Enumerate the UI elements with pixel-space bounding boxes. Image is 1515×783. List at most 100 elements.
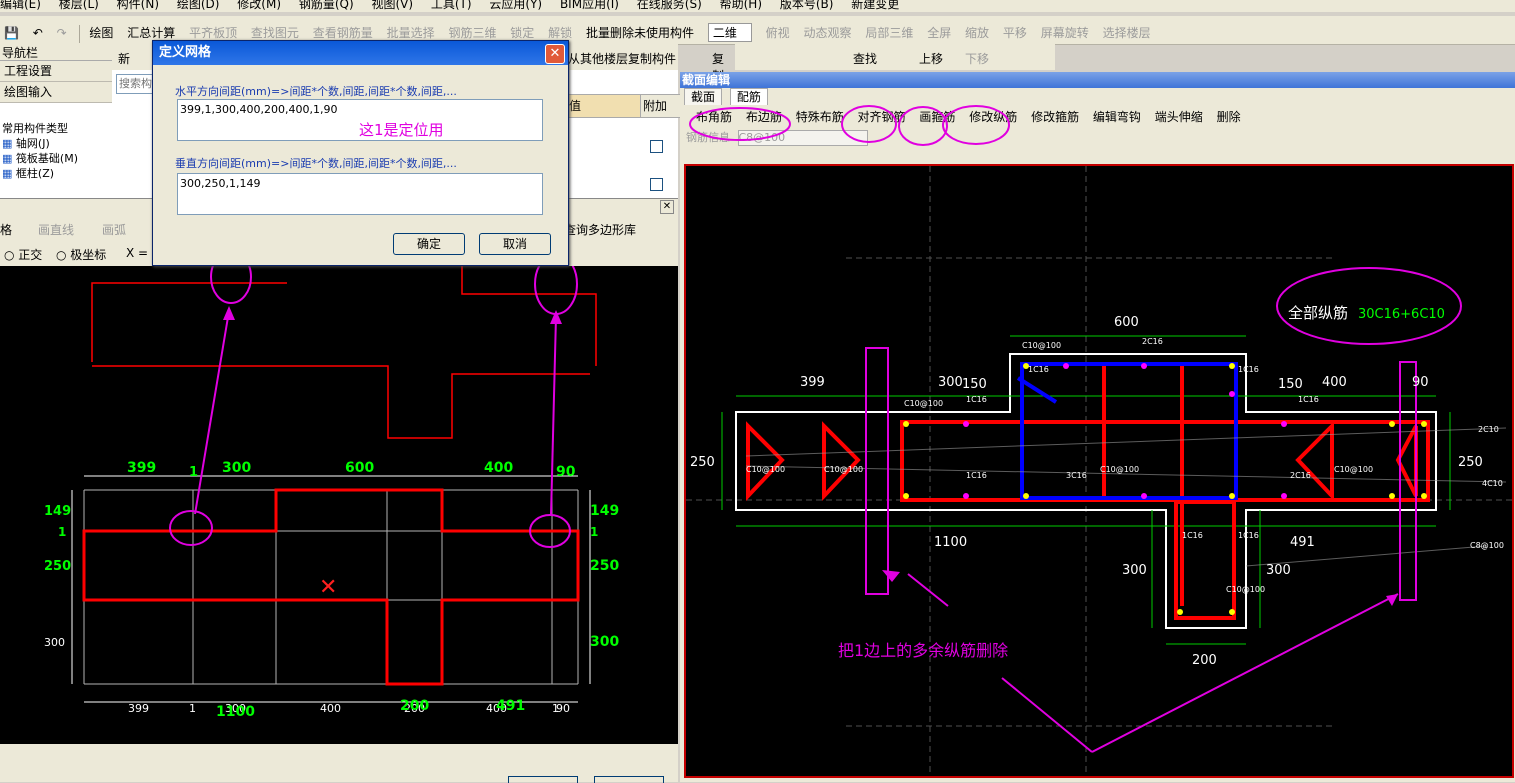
polar-radio[interactable]: ○ 极坐标 — [56, 246, 106, 263]
move-up-button[interactable]: 上移 — [919, 50, 943, 67]
rebar-label: C10@100 — [1334, 465, 1373, 474]
rebar-label: C10@100 — [824, 465, 863, 474]
batch-delete-unused-button[interactable]: 批量删除未使用构件 — [586, 24, 694, 41]
tree-item-label: 框柱(Z) — [15, 167, 55, 180]
menu-online[interactable]: 在线服务(S) — [637, 0, 702, 11]
dim-label: 90 — [1412, 375, 1429, 390]
lock-button[interactable]: 锁定 — [510, 24, 534, 41]
query-polygon-lib-button[interactable]: 查询多边形库 — [564, 221, 636, 238]
find-element-button[interactable]: 查找图元 — [251, 24, 299, 41]
summary-calc-button[interactable]: 汇总计算 — [127, 24, 175, 41]
menu-modify[interactable]: 修改(M) — [237, 0, 281, 11]
annotation-note: 这1是定位用 — [359, 121, 444, 139]
view-rebar-qty-button[interactable]: 查看钢筋量 — [313, 24, 373, 41]
vertical-spacing-input[interactable]: 300,250,1,149 — [177, 173, 543, 215]
batch-select-button[interactable]: 批量选择 — [387, 24, 435, 41]
col-value-header: 值 — [564, 94, 646, 118]
grid-button[interactable]: 格 — [0, 221, 12, 238]
menu-bim[interactable]: BIM应用(I) — [560, 0, 619, 11]
tree-header: 常用构件类型 — [2, 122, 68, 135]
local-3d-button[interactable]: 局部三维 — [865, 24, 913, 41]
col-attach-header: 附加 — [640, 94, 682, 118]
tree-item-column[interactable]: ▦ 框柱(Z) — [0, 166, 112, 181]
rebar-label: 1C16 — [1238, 365, 1259, 374]
rebar-label: 3C16 — [1066, 471, 1087, 480]
all-rebar-value: 30C16+6C10 — [1358, 307, 1445, 322]
align-slab-top-button[interactable]: 平齐板顶 — [189, 24, 237, 41]
rebar-3d-button[interactable]: 钢筋三维 — [448, 24, 496, 41]
menu-draw[interactable]: 绘图(D) — [177, 0, 220, 11]
rebar-label: 2C10 — [1478, 425, 1499, 434]
bottom-dim: 400 — [320, 702, 341, 715]
all-rebar-title: 全部纵筋 — [1288, 304, 1348, 322]
screen-rotate-button[interactable]: 屏幕旋转 — [1041, 24, 1089, 41]
rebar-label: 2C16 — [1290, 471, 1311, 480]
view-mode-select[interactable]: 二维 — [707, 23, 752, 42]
close-icon[interactable]: ✕ — [545, 44, 565, 64]
menu-cloud[interactable]: 云应用(Y) — [489, 0, 542, 11]
redo-icon[interactable]: ↷ — [57, 26, 67, 40]
attach-checkbox[interactable] — [650, 140, 663, 153]
menu-edit[interactable]: 编辑(E) — [0, 0, 41, 11]
rebar-label: 2C16 — [1142, 337, 1163, 346]
close-icon[interactable]: ✕ — [660, 200, 674, 214]
tab-rebar[interactable]: 配筋 — [729, 88, 768, 105]
ok-button[interactable]: 确定 — [393, 233, 465, 255]
draw-line-button[interactable]: 画直线 — [38, 221, 74, 238]
dynamic-observe-button[interactable]: 动态观察 — [804, 24, 852, 41]
tab-section[interactable]: 截面 — [684, 88, 723, 105]
rebar-label: 1C16 — [1182, 531, 1203, 540]
define-grid-dialog: 定义网格 ✕ 水平方向间距(mm)=>间距*个数,间距,间距*个数,间距,...… — [152, 40, 569, 266]
rebar-label: 1C16 — [966, 395, 987, 404]
nav-drawing-input[interactable]: 绘图输入 — [0, 82, 112, 103]
zoom-button[interactable]: 缩放 — [965, 24, 989, 41]
toolbar-annotations — [689, 105, 1010, 146]
dim-label: 399 — [800, 375, 825, 390]
grid-drawing-canvas[interactable]: ✕ 399 1 300 600 400 90 399 1 300 400 200… — [0, 250, 678, 744]
grid-icon: ▦ — [2, 152, 13, 165]
new-button[interactable]: 新 — [118, 50, 130, 67]
draw-button[interactable]: 绘图 — [89, 24, 113, 41]
horizontal-spacing-value: 399,1,300,400,200,400,1,90 — [180, 103, 338, 116]
select-floor-button[interactable]: 选择楼层 — [1103, 24, 1151, 41]
rebar-label: C10@100 — [746, 465, 785, 474]
menu-component[interactable]: 构件(N) — [117, 0, 159, 11]
menu-tools[interactable]: 工具(T) — [431, 0, 472, 11]
top-view-button[interactable]: 俯视 — [766, 24, 790, 41]
draw-arc-button[interactable]: 画弧 — [102, 221, 126, 238]
menu-floor[interactable]: 楼层(L) — [59, 0, 99, 11]
move-down-button[interactable]: 下移 — [965, 50, 989, 67]
nav-project-settings[interactable]: 工程设置 — [0, 61, 112, 82]
section-drawing-canvas[interactable]: 600 399 300 150 150 400 90 250 250 1100 … — [684, 164, 1514, 778]
menu-view[interactable]: 视图(V) — [371, 0, 413, 11]
rebar-label: 1C16 — [1238, 531, 1259, 540]
center-mark: ✕ — [319, 575, 337, 600]
component-toolbar-right: 查找 上移 下移 — [735, 44, 1055, 70]
menu-version[interactable]: 版本号(B) — [780, 0, 834, 11]
bottom-overlay-dim: 491 — [496, 698, 525, 714]
top-dim: 300 — [222, 460, 251, 476]
menu-rebar-qty[interactable]: 钢筋量(Q) — [299, 0, 354, 11]
dim-label: 1100 — [934, 535, 967, 550]
undo-icon[interactable]: ↶ — [33, 26, 43, 40]
grid-icon: ▦ — [2, 137, 13, 150]
save-icon[interactable]: 💾 — [4, 26, 19, 40]
copy-from-floor-button[interactable]: 从其他楼层复制构件 — [568, 50, 676, 67]
fullscreen-button[interactable]: 全屏 — [927, 24, 951, 41]
ortho-radio[interactable]: ○ 正交 — [4, 246, 42, 263]
bottom-dim: 90 — [556, 702, 570, 715]
menu-help[interactable]: 帮助(H) — [720, 0, 762, 11]
menu-new-change[interactable]: 新建变更 — [851, 0, 899, 11]
unlock-button[interactable]: 解锁 — [548, 24, 572, 41]
separator — [78, 24, 80, 43]
find-button[interactable]: 查找 — [853, 50, 877, 67]
tree-item-raft[interactable]: ▦ 筏板基础(M) — [0, 151, 112, 166]
bottom-dim: 1 — [189, 702, 196, 715]
dim-label: 250 — [1458, 455, 1483, 470]
attach-checkbox[interactable] — [650, 178, 663, 191]
tree-item-axis-grid[interactable]: ▦ 轴网(J) — [0, 136, 112, 151]
section-drawing-svg: 600 399 300 150 150 400 90 250 250 1100 … — [686, 166, 1512, 776]
status-bar — [0, 744, 678, 783]
cancel-button[interactable]: 取消 — [479, 233, 551, 255]
pan-button[interactable]: 平移 — [1003, 24, 1027, 41]
